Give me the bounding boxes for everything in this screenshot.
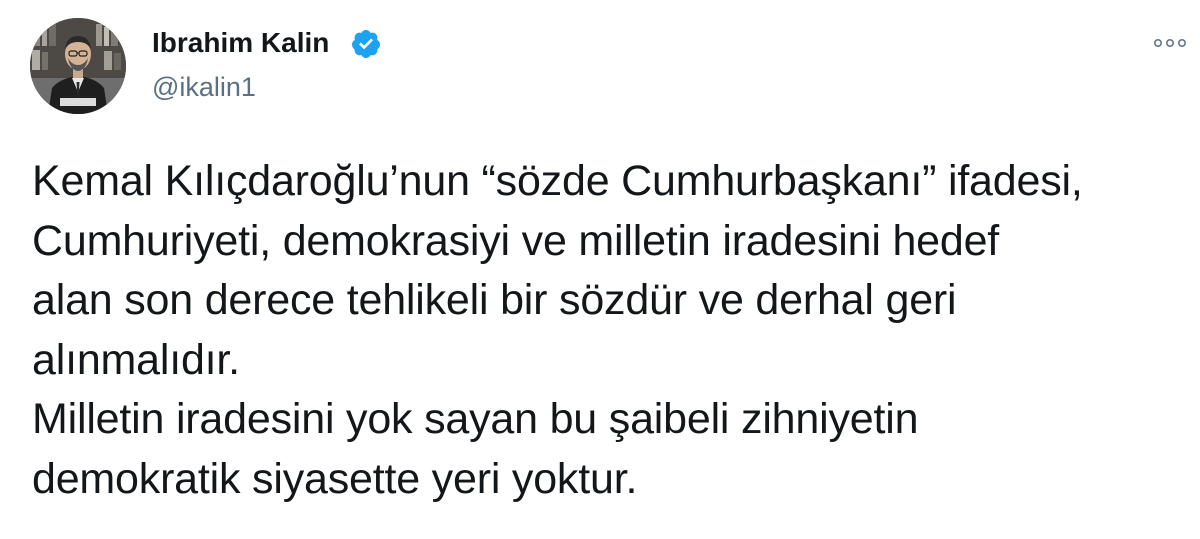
display-name[interactable]: Ibrahim Kalin xyxy=(152,26,329,60)
tweet-text: Kemal Kılıçdaroğlu’nun “sözde Cumhurbaşk… xyxy=(32,152,1182,509)
tweet-line: Kemal Kılıçdaroğlu’nun “sözde Cumhurbaşk… xyxy=(32,157,1083,205)
profile-photo-icon xyxy=(30,18,126,114)
tweet-line: alınmalıdır. xyxy=(32,335,240,384)
avatar[interactable] xyxy=(30,18,126,114)
tweet-line: Cumhuriyeti, demokrasiyi ve milletin ira… xyxy=(32,216,1000,265)
more-dots-icon xyxy=(1153,38,1186,48)
tweet-card: Ibrahim Kalin @ikalin1 Kemal Kılıçdaroğl… xyxy=(0,0,1200,539)
user-handle[interactable]: @ikalin1 xyxy=(152,71,256,103)
verified-badge-icon xyxy=(351,30,380,58)
tweet-line: alan son derece tehlikeli bir sözdür ve … xyxy=(32,276,957,324)
tweet-line: Milletin iradesini yok sayan bu şaibeli … xyxy=(32,395,919,443)
more-options-button[interactable] xyxy=(1150,30,1190,56)
tweet-line: demokratik siyasette yeri yoktur. xyxy=(32,454,638,503)
